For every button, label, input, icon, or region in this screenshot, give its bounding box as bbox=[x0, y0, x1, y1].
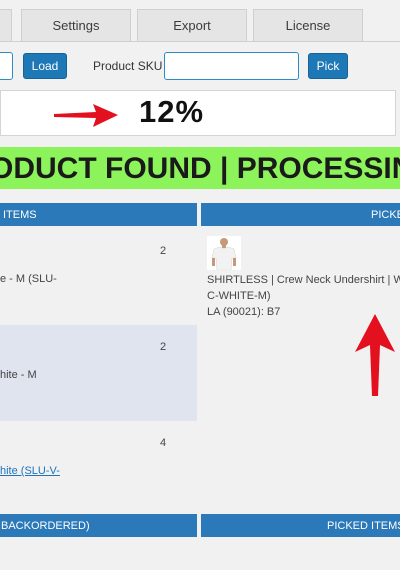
product-thumbnail bbox=[207, 236, 241, 270]
order-input[interactable] bbox=[0, 52, 13, 80]
picked-item-location: LA (90021): B7 bbox=[207, 306, 281, 318]
arrow-right-icon bbox=[54, 104, 118, 127]
tab-export-label: Export bbox=[173, 18, 211, 33]
tab-partial[interactable] bbox=[0, 9, 12, 41]
row-1-label: e - M (SLU- bbox=[0, 273, 57, 285]
pick-button-label: Pick bbox=[316, 59, 340, 73]
items-header-label: ITEMS bbox=[3, 208, 37, 221]
picked-item-line2: C-WHITE-M) bbox=[207, 290, 271, 302]
nav-tabs: Settings Export License bbox=[0, 0, 400, 42]
picked-header-label: PICKED bbox=[371, 208, 400, 221]
tab-license[interactable]: License bbox=[253, 9, 363, 41]
product-sku-label: Product SKU bbox=[93, 59, 163, 73]
row-3-qty: 4 bbox=[160, 437, 167, 449]
tab-settings[interactable]: Settings bbox=[21, 9, 131, 41]
status-text: ODUCT FOUND | PROCESSING bbox=[0, 152, 400, 185]
pick-button[interactable]: Pick bbox=[308, 53, 348, 79]
tab-export[interactable]: Export bbox=[137, 9, 247, 41]
tabs-divider bbox=[0, 41, 400, 42]
backordered-header: BACKORDERED) bbox=[0, 514, 197, 537]
items-header: ITEMS bbox=[0, 203, 197, 226]
product-sku-input[interactable] bbox=[164, 52, 299, 80]
tab-license-label: License bbox=[285, 18, 331, 33]
progress-percent: 12% bbox=[139, 94, 205, 129]
row-2-qty: 2 bbox=[160, 341, 167, 353]
tab-settings-label: Settings bbox=[52, 18, 100, 33]
row-1-qty: 2 bbox=[160, 245, 167, 257]
picked-header: PICKED bbox=[201, 203, 400, 226]
row-3-link[interactable]: hite (SLU-V- bbox=[0, 463, 60, 479]
picked-item-line1: SHIRTLESS | Crew Neck Undershirt | W bbox=[207, 274, 400, 286]
load-button[interactable]: Load bbox=[23, 53, 67, 79]
row-2-label: hite - M bbox=[0, 369, 37, 381]
picked-items-header: PICKED ITEMS bbox=[201, 514, 400, 537]
arrow-up-icon bbox=[355, 314, 395, 396]
backordered-header-label: BACKORDERED) bbox=[1, 519, 90, 532]
status-banner: ODUCT FOUND | PROCESSING bbox=[0, 147, 400, 189]
picked-items-header-label: PICKED ITEMS bbox=[327, 519, 400, 532]
load-button-label: Load bbox=[31, 59, 59, 73]
